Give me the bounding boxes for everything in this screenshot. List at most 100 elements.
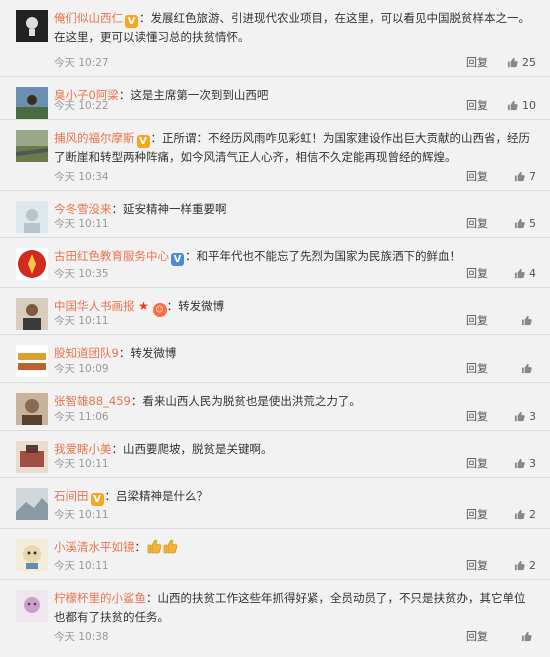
like-count: 2 [529,508,536,521]
thumbs-up-icon [507,100,518,111]
comment-username[interactable]: 中国华人书画报 [54,299,135,313]
comment-text: ：转发微博 [118,346,177,360]
thumbs-up-icon [514,218,525,229]
verified-v-icon: V [136,135,150,148]
comment-item: 石间田 V ：吕梁精神是什么？ 今天 10:11 回复 2 [0,478,550,529]
comment-username[interactable]: 柠檬杯里的小鲨鱼 [54,591,146,605]
thumbs-up-icon [507,57,518,68]
like-button[interactable]: 3 [500,410,536,424]
like-count: 25 [522,56,536,69]
avatar[interactable] [16,590,48,622]
thumbs-up-icon [514,171,525,182]
reply-button[interactable]: 回复 [466,630,488,644]
like-count: 3 [529,457,536,470]
comment-item: 今冬雪没来：延安精神一样重要啊 今天 10:11 回复 5 [0,191,550,238]
like-button[interactable] [500,630,536,644]
like-count: 10 [522,99,536,112]
avatar[interactable] [16,130,48,162]
comment-item: 张智雄88_459：看来山西人民为脱贫也是使出洪荒之力了。 今天 11:06 回… [0,383,550,431]
reply-button[interactable]: 回复 [466,362,488,376]
like-button[interactable]: 25 [500,56,536,70]
comment-item: 股知道团队9：转发微博 今天 10:09 回复 [0,335,550,383]
avatar[interactable] [16,248,48,280]
thumbs-up-icon [521,315,532,326]
like-button[interactable]: 10 [500,99,536,113]
comment-time: 今天 10:35 [54,268,109,280]
comment-text: ：看来山西人民为脱贫也是使出洪荒之力了。 [130,394,361,408]
thumbs-up-icon [514,509,525,520]
reply-button[interactable]: 回复 [466,410,488,424]
comment-username[interactable]: 股知道团队9 [54,346,119,360]
comment-username[interactable]: 俺们似山西仁 [54,11,123,25]
comment-username[interactable]: 小溪清水平如镜 [54,540,135,554]
comment-text: ： [134,540,147,554]
avatar[interactable] [16,87,48,119]
comment-time: 今天 10:09 [54,363,109,375]
like-button[interactable] [500,362,536,376]
comment-item: 俺们似山西仁 V ：发展红色旅游、引进现代农业项目，在这里，可以看见中国脱贫样本之一… [0,0,550,77]
reply-button[interactable]: 回复 [466,508,488,522]
reply-button[interactable]: 回复 [466,457,488,471]
comment-time: 今天 10:11 [54,458,109,470]
comment-time: 今天 10:38 [54,631,109,643]
reply-button[interactable]: 回复 [466,217,488,231]
like-button[interactable] [500,314,536,328]
avatar[interactable] [16,298,48,330]
like-button[interactable]: 7 [500,170,536,184]
thumbs-up-emoji-icon [163,539,178,554]
comment-text: ：转发微博 [166,299,225,313]
thumbs-up-icon [514,560,525,571]
like-button[interactable]: 3 [500,457,536,471]
avatar[interactable] [16,10,48,42]
comment-text: ：吕梁精神是什么？ [104,489,209,503]
avatar[interactable] [16,393,48,425]
thumbs-up-emoji-icon [147,539,162,554]
thumbs-up-icon [521,631,532,642]
verified-v-icon: V [171,253,184,266]
comment-username[interactable]: 古田红色教育服务中心 [54,249,169,263]
verified-v-icon: V [125,15,138,28]
reply-button[interactable]: 回复 [466,99,488,113]
comment-item: 柠檬杯里的小鲨鱼：山西的扶贫工作这些年抓得好紧，全员动员了，不只是扶贫办，其它单… [0,580,550,650]
thumbs-up-icon [514,268,525,279]
like-count: 3 [529,410,536,423]
avatar[interactable] [16,539,48,571]
thumbs-up-icon [514,458,525,469]
reply-button[interactable]: 回复 [466,170,488,184]
comment-item: 中国华人书画报 ★ ☺ ：转发微博 今天 10:11 回复 [0,288,550,335]
reply-button[interactable]: 回复 [466,559,488,573]
comment-time: 今天 11:06 [54,411,109,423]
comment-item: 捕风的福尔摩斯 V ：正所谓：不经历风雨咋见彩虹！为国家建设作出巨大贡献的山西省，经… [0,120,550,191]
comment-username[interactable]: 石间田 [54,489,89,503]
comment-time: 今天 10:27 [54,57,109,69]
avatar[interactable] [16,441,48,473]
comment-time: 今天 10:34 [54,171,109,183]
like-count: 7 [529,170,536,183]
comment-username[interactable]: 捕风的福尔摩斯 [54,131,135,145]
comment-username[interactable]: 今冬雪没来 [54,202,112,216]
like-count: 4 [529,267,536,280]
comment-username[interactable]: 张智雄88_459 [54,394,131,408]
avatar[interactable] [16,345,48,377]
like-button[interactable]: 2 [500,508,536,522]
like-button[interactable]: 5 [500,217,536,231]
like-count: 5 [529,217,536,230]
avatar[interactable] [16,201,48,233]
reply-button[interactable]: 回复 [466,56,488,70]
thumbs-up-icon [514,411,525,422]
comment-item: 古田红色教育服务中心 V ：和平年代也不能忘了先烈为国家为民族洒下的鲜血！ 今天 1… [0,238,550,288]
comment-item: 臭小子0阿梁：这是主席第一次到到山西吧 今天 10:22 回复 10 [0,77,550,120]
like-button[interactable]: 4 [500,267,536,281]
like-button[interactable]: 2 [500,559,536,573]
like-count: 2 [529,559,536,572]
comment-item: 我爱瞎小美：山西要爬坡，脱贫是关键啊。 今天 10:11 回复 3 [0,431,550,478]
comment-username[interactable]: 我爱瞎小美 [54,442,112,456]
comment-time: 今天 10:11 [54,509,109,521]
avatar[interactable] [16,488,48,520]
reply-button[interactable]: 回复 [466,314,488,328]
reply-button[interactable]: 回复 [466,267,488,281]
comment-text: ：山西要爬坡，脱贫是关键啊。 [111,442,273,456]
comment-time: 今天 10:11 [54,560,109,572]
comment-time: 今天 10:22 [54,100,109,112]
comment-item: 小溪清水平如镜： 今天 10:11 回复 2 [0,529,550,580]
